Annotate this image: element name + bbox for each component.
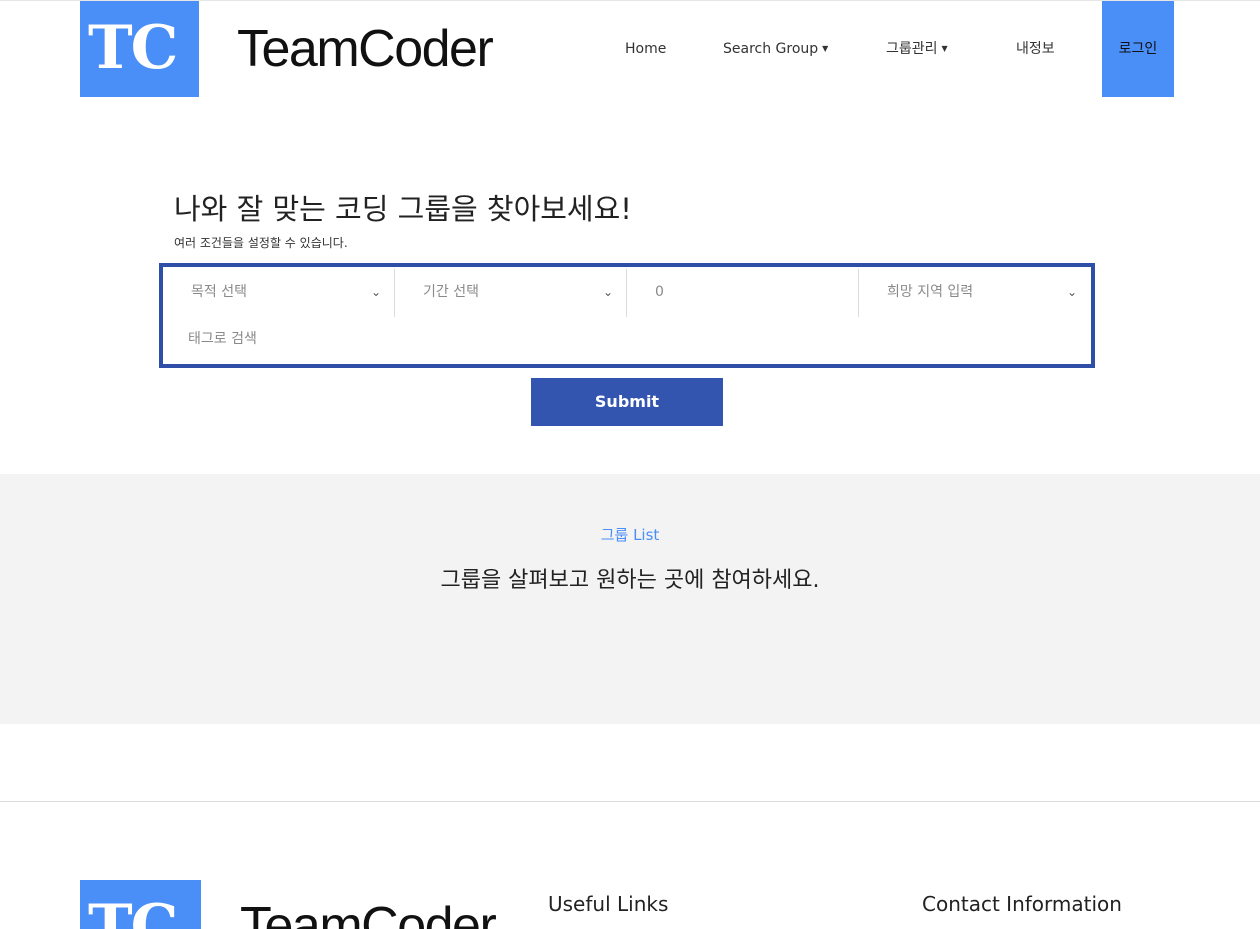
footer-logo-mark[interactable]: TC (80, 880, 201, 929)
chevron-down-icon: ⌄ (1066, 285, 1077, 299)
submit-button[interactable]: Submit (531, 378, 723, 426)
group-list-title: 그룹을 살펴보고 원하는 곳에 참여하세요. (440, 568, 820, 593)
period-select-value: 기간 선택 (423, 284, 479, 300)
footer-logo-mark-text: TC (88, 892, 178, 929)
site-header: TC TeamCoder Home Search Group ▼ 그룹관리 ▼ 내정… (0, 0, 1260, 97)
period-select[interactable]: 기간 선택 ⌄ (395, 267, 627, 317)
nav-group-manage[interactable]: 그룹관리 ▼ (886, 1, 948, 97)
caret-down-icon: ▼ (822, 44, 829, 53)
nav-group-manage-label: 그룹관리 (886, 41, 938, 57)
member-count-value: 0 (655, 284, 664, 300)
logo-mark-text: TC (88, 13, 178, 83)
group-list-kicker: 그룹 List (600, 526, 660, 544)
nav-search-group-label: Search Group (723, 41, 819, 57)
chevron-down-icon: ⌄ (602, 285, 613, 299)
search-filter-form: 목적 선택 ⌄ 기간 선택 ⌄ 0 희망 지역 입력 ⌄ 태그로 검색 (159, 263, 1095, 368)
logo-mark[interactable]: TC (80, 1, 199, 97)
footer-divider (0, 801, 1260, 802)
nav-search-group[interactable]: Search Group ▼ (723, 1, 828, 97)
chevron-down-icon: ⌄ (370, 285, 381, 299)
logo-wordmark[interactable]: TeamCoder (237, 19, 494, 79)
region-select[interactable]: 희망 지역 입력 ⌄ (859, 267, 1091, 317)
footer-logo-wordmark[interactable]: TeamCoder (240, 896, 497, 929)
page-title: 나와 잘 맞는 코딩 그룹을 찾아보세요! (174, 192, 632, 226)
region-select-value: 희망 지역 입력 (887, 284, 974, 300)
footer-contact-heading: Contact Information (922, 892, 1122, 916)
login-button[interactable]: 로그인 (1102, 1, 1174, 97)
group-list-section: 그룹 List 그룹을 살펴보고 원하는 곳에 참여하세요. (0, 474, 1260, 724)
purpose-select-value: 목적 선택 (191, 284, 247, 300)
purpose-select[interactable]: 목적 선택 ⌄ (163, 267, 395, 317)
caret-down-icon: ▼ (941, 44, 948, 53)
tag-search-input[interactable]: 태그로 검색 (163, 317, 1091, 364)
page-subtitle: 여러 조건들을 설정할 수 있습니다. (174, 236, 348, 250)
member-count-input[interactable]: 0 (627, 267, 859, 317)
nav-my-info[interactable]: 내정보 (1016, 1, 1055, 97)
nav-home[interactable]: Home (625, 1, 666, 97)
footer-useful-links-heading: Useful Links (548, 892, 669, 916)
